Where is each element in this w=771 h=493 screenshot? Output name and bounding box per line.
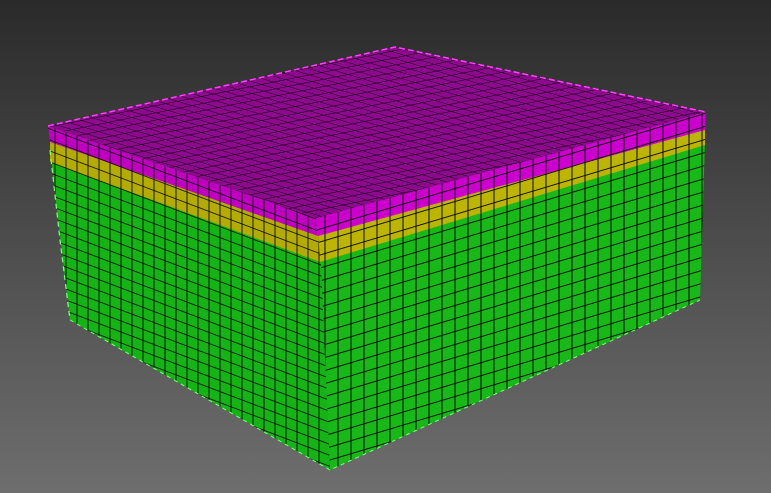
mesh-scene — [47, 46, 707, 471]
3d-viewport[interactable] — [0, 0, 771, 493]
